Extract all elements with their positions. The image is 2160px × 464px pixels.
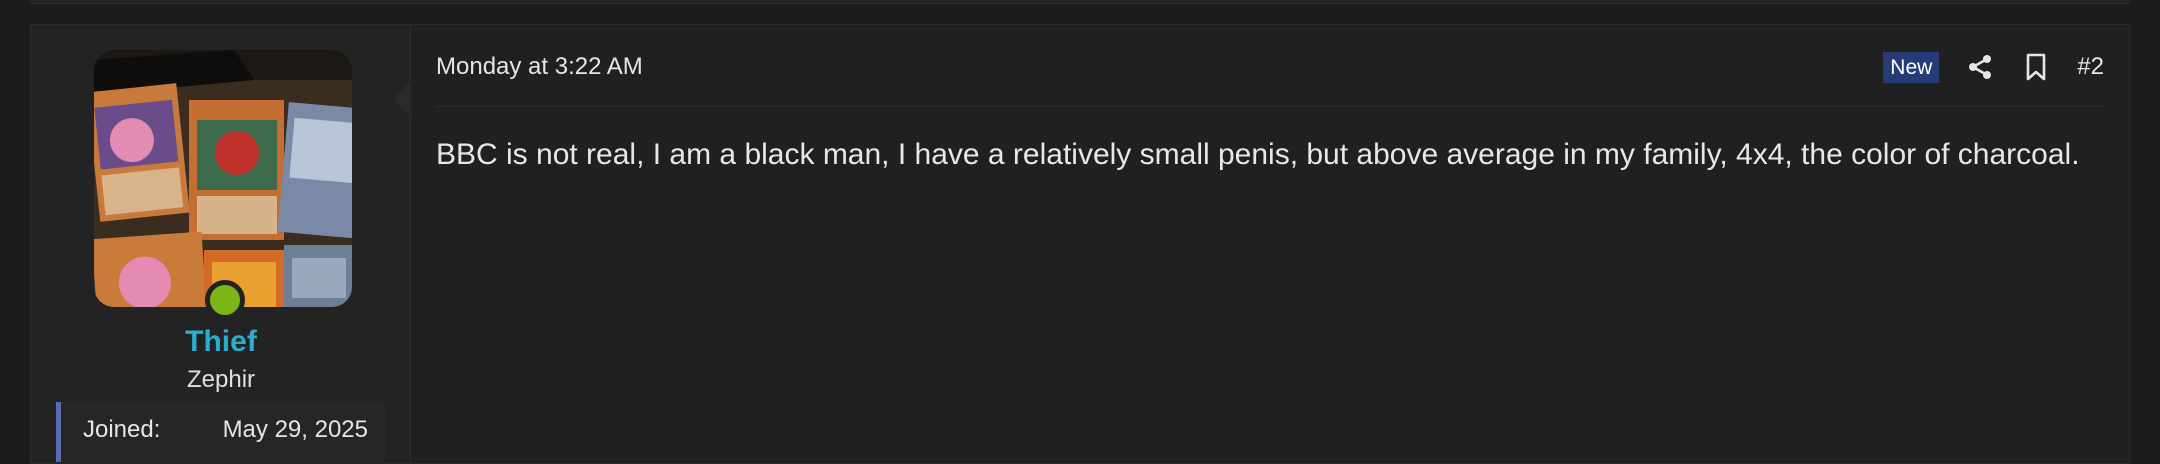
post-body-text: BBC is not real, I am a black man, I hav… bbox=[436, 138, 2080, 171]
message-pointer-arrow bbox=[393, 81, 411, 117]
post-number-link[interactable]: #2 bbox=[2077, 53, 2104, 81]
post-header: Monday at 3:22 AM New #2 bbox=[436, 25, 2104, 107]
post-date-link[interactable]: Monday at 3:22 AM bbox=[436, 53, 643, 81]
joined-value: May 29, 2025 bbox=[222, 416, 368, 443]
forum-post: Thief Zephir Joined: May 29, 2025 Monday… bbox=[30, 24, 2130, 464]
previous-post-edge bbox=[30, 0, 2130, 4]
user-title: Zephir bbox=[186, 366, 256, 393]
post-user-sidebar: Thief Zephir Joined: May 29, 2025 bbox=[31, 25, 411, 463]
post-main: Monday at 3:22 AM New #2 BBC is not real… bbox=[411, 25, 2129, 463]
post-actions: New #2 bbox=[1883, 50, 2104, 84]
share-icon[interactable] bbox=[1965, 52, 1995, 82]
user-extras: Joined: May 29, 2025 bbox=[56, 402, 386, 462]
joined-label: Joined: bbox=[83, 416, 161, 443]
bookmark-icon[interactable] bbox=[2021, 52, 2051, 82]
online-status-indicator bbox=[205, 280, 245, 320]
new-badge: New bbox=[1883, 51, 1940, 83]
username-link[interactable]: Thief bbox=[31, 325, 411, 359]
user-avatar[interactable] bbox=[94, 50, 352, 307]
avatar-image bbox=[94, 50, 352, 307]
